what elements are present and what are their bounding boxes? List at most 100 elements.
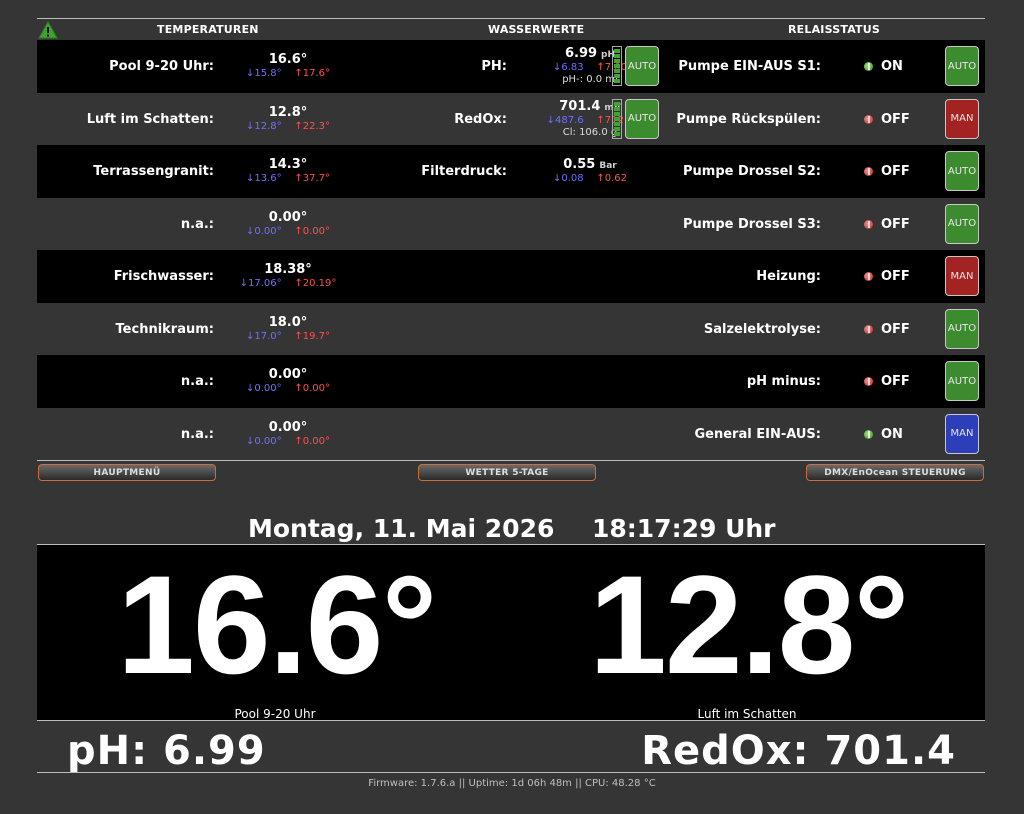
relay-mode-button[interactable]: MAN <box>945 256 979 296</box>
temp-min: ↓15.8° <box>245 68 282 79</box>
temp-label: n.a.: <box>180 216 214 232</box>
relay-label: Pumpe EIN-AUS S1: <box>678 59 821 74</box>
relay-state: OFF <box>881 164 910 179</box>
big-pool-caption: Pool 9-20 Uhr <box>234 707 316 721</box>
temp-value: 14.3° ↓13.6° ↑37.7° <box>233 157 343 184</box>
table-row: n.a.: 0.00° ↓0.00° ↑0.00° Pumpe Drossel S3:… <box>37 197 985 250</box>
temp-min: ↓12.8° <box>245 120 282 132</box>
water-min-ph: ↓6.83 <box>552 62 584 73</box>
weather-button[interactable]: WETTER 5-TAGE <box>418 464 596 481</box>
relay-label: Pumpe Drossel S2: <box>683 164 821 179</box>
temp-min: ↓13.6° <box>245 173 282 184</box>
time-display: 18:17:29 Uhr <box>592 514 776 543</box>
relay-state: ON <box>881 59 903 74</box>
water-max-filter: ↑0.62 <box>596 173 628 184</box>
temp-max: ↑0.00° <box>294 225 331 237</box>
footer-status: Firmware: 1.7.6.a || Uptime: 1d 06h 48m … <box>368 778 656 789</box>
dmx-control-button[interactable]: DMX/EnOcean STEUERUNG <box>806 464 984 481</box>
relay-state: OFF <box>881 374 910 389</box>
temp-label: Technikraum: <box>115 321 214 337</box>
relay-mode-button[interactable]: MAN <box>945 413 979 454</box>
temp-value: 18.38° ↓17.06° ↑20.19° <box>233 262 343 289</box>
relay-state: OFF <box>881 269 910 284</box>
water-label-filter: Filterdruck: <box>421 164 507 179</box>
big-air-caption: Luft im Schatten <box>697 707 797 721</box>
temp-value: 18.0° ↓17.0° ↑19.7° <box>233 315 343 342</box>
water-current-redox: 701.4 <box>559 98 601 114</box>
temp-value: 12.8° ↓12.8° ↑22.3° <box>233 105 343 132</box>
big-temperature-panel: 16.6° Pool 9-20 Uhr 12.8° Luft im Schatt… <box>37 544 985 721</box>
temp-value: 0.00° ↓0.00° ↑0.00° <box>233 367 343 394</box>
relay-status-led-icon <box>864 429 873 439</box>
water-mode-button-redox[interactable]: AUTO <box>625 98 659 139</box>
relay-mode-button[interactable]: AUTO <box>945 203 979 244</box>
temp-max: ↑19.7° <box>294 330 331 342</box>
temp-current: 0.00° <box>268 419 308 435</box>
table-row: Terrassengranit: 14.3° ↓13.6° ↑37.7° Filter… <box>37 145 985 198</box>
temp-current: 12.8° <box>268 104 308 120</box>
temp-max: ↑0.00° <box>294 435 331 447</box>
status-table: TEMPERATUREN WASSERWERTE RELAISSTATUS Po… <box>37 18 985 460</box>
header-wasserwerte: WASSERWERTE <box>488 23 585 36</box>
table-row: n.a.: 0.00° ↓0.00° ↑0.00° pH minus: OFF AUTO <box>37 355 985 408</box>
temp-current: 18.38° <box>264 262 312 277</box>
date-display: Montag, 11. Mai 2026 <box>248 514 555 543</box>
relay-mode-button[interactable]: MAN <box>945 98 979 139</box>
relay-mode-button[interactable]: AUTO <box>945 151 979 191</box>
relay-state: ON <box>881 426 903 442</box>
relay-label: Salzelektrolyse: <box>703 321 821 337</box>
water-min-redox: ↓487.6 <box>546 114 584 126</box>
water-level-gauge-ph <box>612 46 622 86</box>
relay-status-led-icon <box>864 167 873 176</box>
relay-state: OFF <box>881 111 910 127</box>
water-level-gauge-redox <box>612 98 622 139</box>
temp-label: n.a.: <box>180 374 214 389</box>
temp-value: 0.00° ↓0.00° ↑0.00° <box>233 420 343 447</box>
relay-status-led-icon <box>864 219 873 229</box>
relay-status-led-icon <box>864 114 873 124</box>
water-value-filter: 0.55 Bar ↓0.08 ↑0.62 <box>515 157 665 184</box>
temp-min: ↓0.00° <box>245 435 282 447</box>
temp-max: ↑20.19° <box>294 278 337 289</box>
temp-min: ↓0.00° <box>245 225 282 237</box>
water-label-ph: PH: <box>481 59 507 74</box>
relay-status-led-icon <box>864 272 873 281</box>
temp-current: 0.00° <box>268 367 308 382</box>
temp-value: 16.6° ↓15.8° ↑17.6° <box>233 52 343 79</box>
temp-current: 0.00° <box>268 209 308 225</box>
relay-mode-button[interactable]: AUTO <box>945 361 979 401</box>
temp-min: ↓17.0° <box>245 330 282 342</box>
water-min-filter: ↓0.08 <box>552 173 584 184</box>
relay-status-led-icon <box>864 377 873 386</box>
table-row: Technikraum: 18.0° ↓17.0° ↑19.7° Salzelektr… <box>37 302 985 355</box>
temp-max: ↑17.6° <box>294 68 331 79</box>
temp-label: Terrassengranit: <box>93 164 214 179</box>
relay-mode-button[interactable]: AUTO <box>945 46 979 86</box>
temp-max: ↑0.00° <box>294 383 331 394</box>
relay-label: pH minus: <box>746 374 821 389</box>
relay-mode-button[interactable]: AUTO <box>945 308 979 349</box>
temp-current: 14.3° <box>268 157 308 172</box>
nav-bar: HAUPTMENÜ WETTER 5-TAGE DMX/EnOcean STEU… <box>37 460 985 484</box>
temp-min: ↓17.06° <box>239 278 282 289</box>
temp-min: ↓0.00° <box>245 383 282 394</box>
header-temperaturen: TEMPERATUREN <box>157 23 259 36</box>
relay-status-led-icon <box>864 324 873 334</box>
relay-label: Heizung: <box>756 269 821 284</box>
relay-label: Pumpe Drossel S3: <box>683 216 821 232</box>
temp-max: ↑37.7° <box>294 173 331 184</box>
warning-icon[interactable] <box>38 21 58 39</box>
temp-label: n.a.: <box>180 426 214 442</box>
relay-label: Pumpe Rückspülen: <box>676 111 821 127</box>
table-row: Luft im Schatten: 12.8° ↓12.8° ↑22.3° RedOx… <box>37 92 985 145</box>
relay-state: OFF <box>881 216 910 232</box>
temp-value: 0.00° ↓0.00° ↑0.00° <box>233 210 343 237</box>
main-menu-button[interactable]: HAUPTMENÜ <box>38 464 216 481</box>
relay-status-led-icon <box>864 62 873 71</box>
temp-label: Frischwasser: <box>113 269 214 284</box>
table-row: Frischwasser: 18.38° ↓17.06° ↑20.19° Heizun… <box>37 250 985 303</box>
water-current-filter: 0.55 <box>563 157 596 172</box>
temp-label: Luft im Schatten: <box>86 111 214 127</box>
header-relaisstatus: RELAISSTATUS <box>788 23 881 36</box>
water-mode-button-ph[interactable]: AUTO <box>625 46 659 86</box>
